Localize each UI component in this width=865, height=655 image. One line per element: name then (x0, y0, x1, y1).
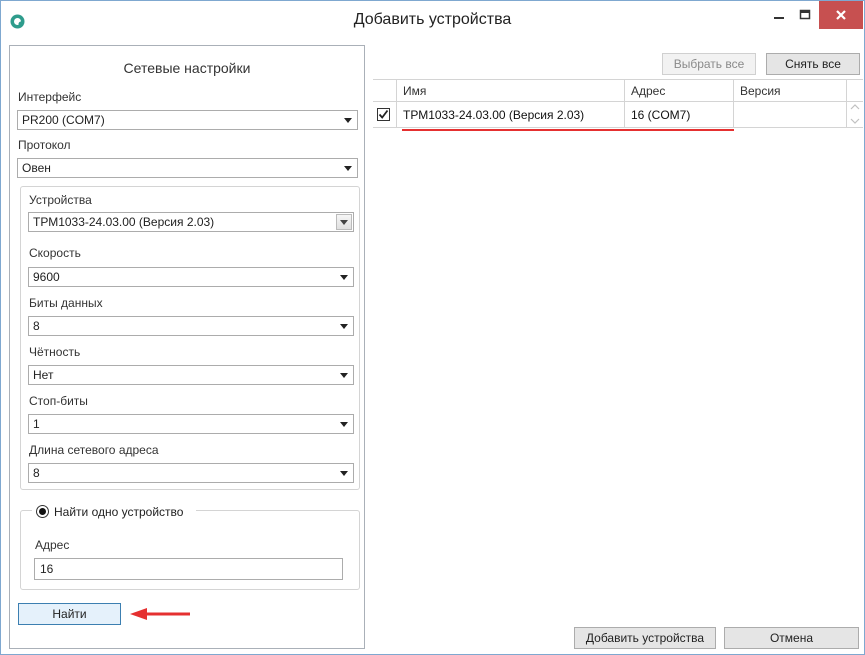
table-header: Имя Адрес Версия (373, 80, 863, 102)
address-label: Адрес (35, 538, 70, 552)
row-checkbox-cell (373, 102, 397, 127)
address-length-select[interactable]: 8 (28, 463, 354, 483)
red-underline-annotation (402, 129, 734, 131)
maximize-button[interactable] (792, 1, 818, 29)
find-one-label: Найти одно устройство (54, 505, 184, 519)
chevron-down-icon (340, 324, 348, 329)
chevron-down-icon (340, 220, 348, 225)
chevron-down-icon (340, 373, 348, 378)
column-header-name[interactable]: Имя (397, 80, 625, 101)
protocol-label: Протокол (18, 138, 71, 152)
checkbox-column-header (373, 80, 397, 101)
add-devices-window: Добавить устройства Сетевые настройки Ин… (0, 0, 865, 655)
address-length-label: Длина сетевого адреса (29, 443, 159, 457)
select-all-button[interactable]: Выбрать все (662, 53, 756, 75)
find-one-option[interactable]: Найти одно устройство (32, 504, 196, 520)
close-icon (836, 10, 846, 20)
chevron-down-icon (344, 166, 352, 171)
column-header-address[interactable]: Адрес (625, 80, 734, 101)
address-input[interactable]: 16 (34, 558, 343, 580)
speed-select[interactable]: 9600 (28, 267, 354, 287)
chevron-down-icon (340, 422, 348, 427)
databits-select[interactable]: 8 (28, 316, 354, 336)
column-header-version[interactable]: Версия (734, 80, 847, 101)
devices-select[interactable]: ТРМ1033-24.03.00 (Версия 2.03) (28, 212, 354, 232)
find-one-radio[interactable] (36, 505, 49, 518)
title-bar[interactable]: Добавить устройства (1, 1, 864, 41)
devices-table: Имя Адрес Версия ТРМ1033-24.03.00 (Верси… (373, 79, 863, 128)
interface-value: PR200 (COM7) (22, 113, 105, 127)
red-arrow-annotation-icon (130, 608, 190, 620)
stopbits-select[interactable]: 1 (28, 414, 354, 434)
cancel-button[interactable]: Отмена (724, 627, 859, 649)
interface-select[interactable]: PR200 (COM7) (17, 110, 358, 130)
row-checkbox[interactable] (377, 108, 390, 121)
scrollbar[interactable] (848, 101, 862, 127)
chevron-down-icon (344, 118, 352, 123)
protocol-value: Овен (22, 161, 51, 175)
minimize-button[interactable] (766, 1, 792, 29)
databits-value: 8 (33, 319, 40, 333)
parity-select[interactable]: Нет (28, 365, 354, 385)
interface-label: Интерфейс (18, 90, 82, 104)
minimize-icon (774, 17, 784, 19)
row-name-cell: ТРМ1033-24.03.00 (Версия 2.03) (397, 102, 625, 127)
chevron-down-icon (340, 471, 348, 476)
chevron-down-icon (340, 275, 348, 280)
parity-label: Чётность (29, 345, 81, 359)
address-length-value: 8 (33, 466, 40, 480)
table-row[interactable]: ТРМ1033-24.03.00 (Версия 2.03) 16 (COM7) (373, 102, 863, 128)
parity-value: Нет (33, 368, 54, 382)
close-button[interactable] (819, 1, 863, 29)
maximize-icon (799, 9, 811, 20)
find-button[interactable]: Найти (18, 603, 121, 625)
row-version-cell (734, 102, 847, 127)
network-settings-heading: Сетевые настройки (123, 60, 251, 76)
devices-value: ТРМ1033-24.03.00 (Версия 2.03) (33, 215, 215, 229)
speed-value: 9600 (33, 270, 60, 284)
speed-label: Скорость (29, 246, 81, 260)
scroll-up-icon (850, 104, 860, 110)
deselect-all-button[interactable]: Снять все (766, 53, 860, 75)
devices-label: Устройства (29, 193, 92, 207)
databits-label: Биты данных (29, 296, 103, 310)
network-settings-panel: Сетевые настройки Интерфейс PR200 (COM7)… (9, 45, 365, 649)
window-title: Добавить устройства (353, 11, 512, 28)
checkmark-icon (378, 109, 389, 119)
add-devices-button[interactable]: Добавить устройства (574, 627, 716, 649)
row-address-cell: 16 (COM7) (625, 102, 734, 127)
stopbits-value: 1 (33, 417, 40, 431)
dropdown-button[interactable] (336, 214, 352, 230)
stopbits-label: Стоп-биты (29, 394, 88, 408)
protocol-select[interactable]: Овен (17, 158, 358, 178)
scroll-down-icon (850, 118, 860, 124)
